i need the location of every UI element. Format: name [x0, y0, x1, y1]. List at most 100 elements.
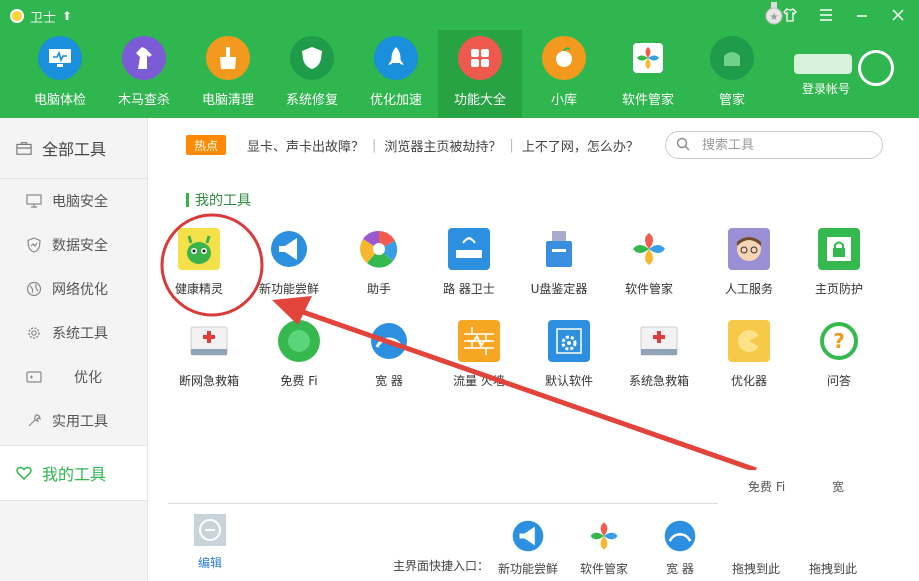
search-icon[interactable]: [676, 136, 690, 155]
separator: |: [509, 137, 514, 153]
sidebar-header[interactable]: 全部工具: [0, 118, 147, 179]
quick-item-label: 拖拽到此: [731, 562, 780, 576]
overlay-label: 免费 Fi: [748, 480, 786, 494]
nav-item-software[interactable]: 软件管家: [606, 30, 690, 118]
sidebar-item-system-tools[interactable]: 系统工具: [0, 311, 147, 355]
avatar[interactable]: [858, 50, 894, 86]
tool-new-features[interactable]: 新功能尝鲜: [244, 228, 334, 308]
edit-button[interactable]: 编辑: [190, 514, 230, 571]
section-title: 我的工具: [186, 190, 251, 210]
quick-item-label: 软件管家: [579, 562, 628, 576]
apps-icon: [458, 36, 502, 80]
sidebar-item-game-optimize[interactable]: 优化: [0, 355, 147, 399]
empty-slot-icon: [738, 518, 774, 554]
shield-icon: [290, 36, 334, 80]
minimize-icon[interactable]: [851, 4, 873, 26]
heart-icon: [16, 465, 32, 481]
sidebar-item-data-security[interactable]: 数据安全: [0, 223, 147, 267]
window-controls: [779, 4, 909, 26]
empty-slot-icon: [815, 518, 851, 554]
separator: |: [372, 137, 377, 153]
tool-label: U盘鉴定器: [530, 282, 588, 296]
quick-item-drop-slot[interactable]: 拖拽到此: [721, 518, 791, 577]
data-shield-icon: [26, 237, 42, 253]
nav-label: 木马查杀: [117, 93, 170, 108]
tool-label: 新功能尝鲜: [258, 282, 319, 296]
wifi-icon: [278, 320, 320, 362]
svg-text:?: ?: [833, 329, 845, 353]
quick-item-drop-slot[interactable]: 拖拽到此: [798, 518, 868, 577]
search-box[interactable]: [665, 131, 883, 159]
tool-label: 流量 火墙: [453, 374, 505, 388]
sidebar-item-label: 我的工具: [42, 465, 107, 484]
tool-system-firstaid[interactable]: 系统急救箱: [614, 320, 704, 400]
nav-item-checkup[interactable]: 电脑体检: [18, 30, 102, 118]
nav-label: 小库: [550, 93, 577, 108]
tool-assistant[interactable]: 助手: [334, 228, 424, 308]
tool-speed-test[interactable]: 宽 器: [344, 320, 434, 400]
section-bar: [186, 193, 189, 207]
menu-icon[interactable]: [815, 4, 837, 26]
shirt-icon[interactable]: [779, 4, 801, 26]
nav-item-repair[interactable]: 系统修复: [270, 30, 354, 118]
upgrade-arrow-icon[interactable]: ⬆: [62, 9, 72, 23]
nav-item-features[interactable]: 功能大全: [438, 30, 522, 118]
quick-item-software-manager[interactable]: 软件管家: [569, 518, 639, 577]
nav-label: 电脑体检: [33, 93, 86, 108]
tool-router-guard[interactable]: 路 器卫士: [424, 228, 514, 308]
quick-item-speed[interactable]: 宽 器: [645, 518, 715, 577]
overlay-label: 宽: [832, 480, 845, 494]
tool-default-software[interactable]: 默认软件: [524, 320, 614, 400]
sidebar-item-label: 数据安全: [52, 238, 108, 254]
hot-link[interactable]: 上不了网，怎么办？: [522, 136, 639, 155]
person-icon: [728, 228, 770, 270]
sidebar-item-utilities[interactable]: 实用工具: [0, 399, 147, 443]
quick-item-label: 宽 器: [666, 562, 694, 576]
nav-item-trojan[interactable]: 木马查杀: [102, 30, 186, 118]
tool-game-optimizer[interactable]: 优化器: [704, 320, 794, 400]
nav-label: 电脑清理: [201, 93, 254, 108]
sidebar-item-pc-security[interactable]: 电脑安全: [0, 179, 147, 223]
tool-manual-service[interactable]: 人工服务: [704, 228, 794, 308]
tool-free-wifi[interactable]: 免费 Fi: [254, 320, 344, 400]
top-bar: 卫士 ⬆ ★ 电脑体检 木马查杀 电脑清理 系统修复 优化加速 功能大全 小库 …: [0, 0, 919, 118]
tool-firewall[interactable]: 流量 火墙: [434, 320, 524, 400]
firewall-icon: [458, 320, 500, 362]
tool-usb-checker[interactable]: U盘鉴定器: [514, 228, 604, 308]
search-input[interactable]: [700, 136, 854, 154]
close-icon[interactable]: [887, 4, 909, 26]
sidebar-item-my-tools[interactable]: 我的工具: [0, 445, 147, 501]
quick-item-new-features[interactable]: 新功能尝鲜: [493, 518, 563, 577]
tool-label: 免费 Fi: [280, 374, 318, 388]
globe-icon: [26, 281, 42, 297]
pinwheel-icon: [358, 228, 400, 270]
nav-label: 系统修复: [285, 93, 338, 108]
sidebar-item-network[interactable]: 网络优化: [0, 267, 147, 311]
nav-item-store[interactable]: 小库: [522, 30, 606, 118]
tool-label: 人工服务: [724, 282, 773, 296]
software-icon: [586, 518, 622, 554]
tool-health-sprite[interactable]: 健康精灵: [154, 228, 244, 308]
gamepad-icon: [26, 369, 42, 385]
tool-label: 宽 器: [375, 374, 403, 388]
hot-link[interactable]: 显卡、声卡出故障？: [247, 136, 364, 155]
tool-qa[interactable]: ? 问答: [794, 320, 884, 400]
app-logo-icon: [10, 9, 24, 23]
login-area[interactable]: 登录帐号: [790, 48, 916, 104]
horse-icon: [122, 36, 166, 80]
sidebar-item-label: 实用工具: [52, 414, 108, 430]
login-label[interactable]: 登录帐号: [802, 80, 850, 97]
software-icon: [626, 36, 670, 80]
nav-item-speedup[interactable]: 优化加速: [354, 30, 438, 118]
nav-item-phone[interactable]: 管家: [690, 30, 774, 118]
nav-item-cleanup[interactable]: 电脑清理: [186, 30, 270, 118]
tool-label: 助手: [366, 282, 391, 296]
sidebar-header-label: 全部工具: [42, 140, 107, 159]
tool-network-firstaid[interactable]: 断网急救箱: [164, 320, 254, 400]
tool-software-manager[interactable]: 软件管家: [604, 228, 694, 308]
hot-link[interactable]: 浏览器主页被劫持？: [384, 136, 501, 155]
edit-label: 编辑: [197, 556, 222, 570]
tool-homepage-protect[interactable]: 主页防护: [794, 228, 884, 308]
megaphone-icon: [510, 518, 546, 554]
hot-links: 显卡、声卡出故障？ | 浏览器主页被劫持？ | 上不了网，怎么办？: [247, 135, 639, 155]
